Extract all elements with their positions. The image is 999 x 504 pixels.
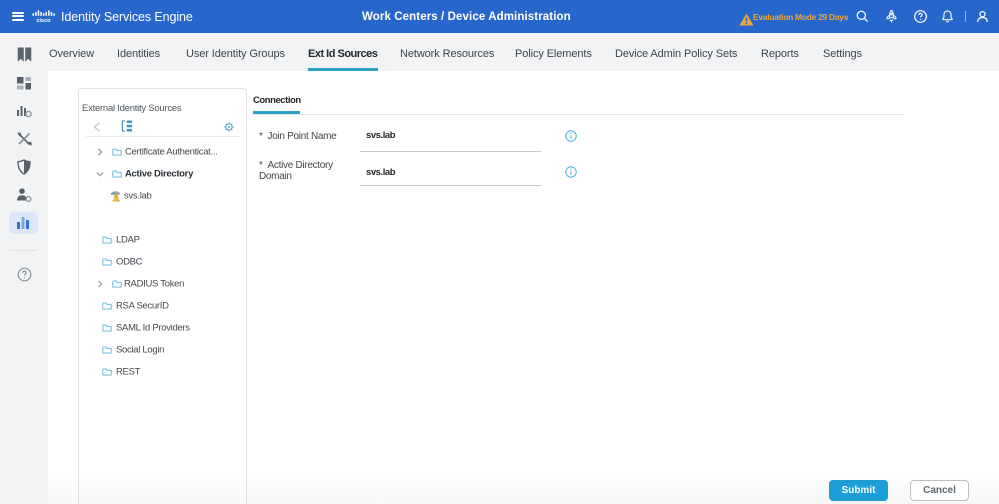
svg-text:cisco: cisco [36,18,51,23]
